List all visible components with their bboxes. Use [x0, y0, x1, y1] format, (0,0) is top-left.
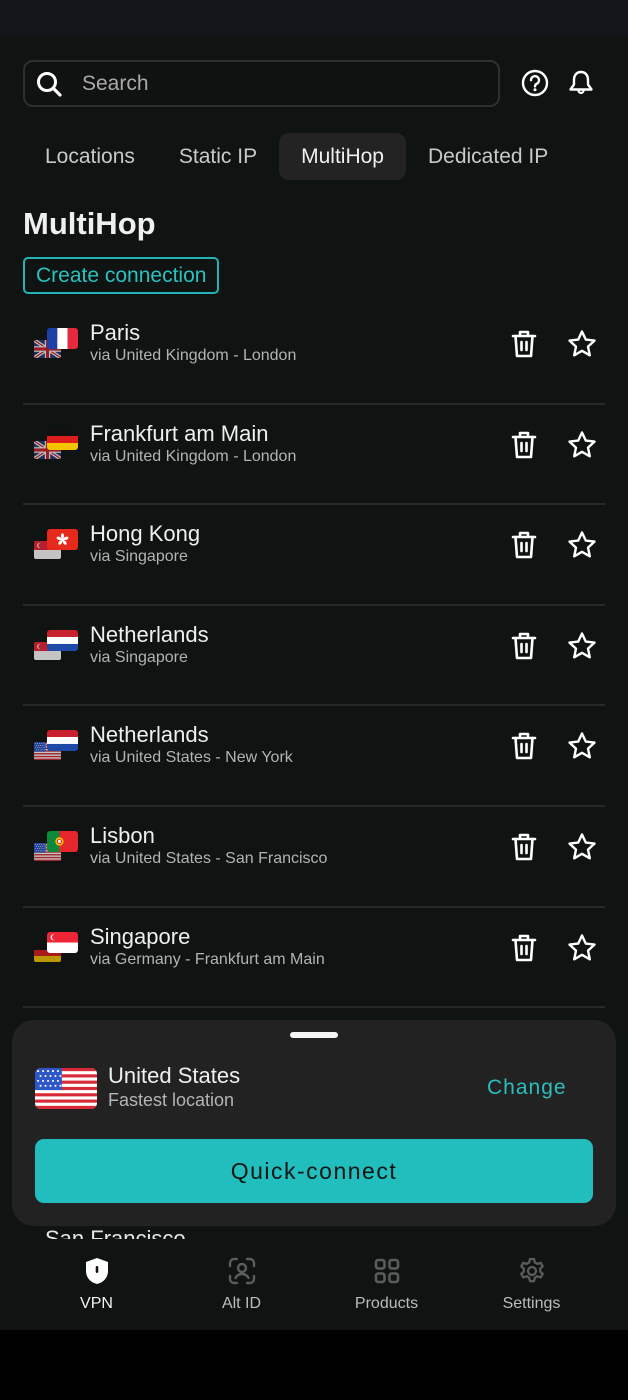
connection-row[interactable]: Singapore via Germany - Frankfurt am Mai… — [23, 908, 605, 1009]
search-icon — [34, 69, 64, 99]
tab-locations[interactable]: Locations — [23, 133, 157, 180]
tab-static-ip[interactable]: Static IP — [157, 133, 279, 180]
bottom-nav: VPN Alt ID Products Settings — [0, 1239, 628, 1330]
nav-settings[interactable]: Settings — [459, 1239, 604, 1330]
selected-location-subtitle: Fastest location — [108, 1090, 235, 1110]
trash-icon[interactable] — [509, 429, 539, 461]
trash-icon[interactable] — [509, 328, 539, 360]
help-icon[interactable] — [520, 68, 550, 98]
connection-row[interactable]: Lisbon via United States - San Francisco — [23, 807, 605, 908]
nav-vpn-label: VPN — [80, 1295, 113, 1312]
app-screen: Locations Static IP MultiHop Dedicated I… — [0, 36, 628, 1330]
nav-settings-label: Settings — [502, 1295, 561, 1312]
quick-connect-button[interactable]: Quick-connect — [35, 1139, 593, 1203]
de-flag-icon — [47, 428, 78, 450]
route-flags-icon — [34, 931, 80, 966]
star-icon[interactable] — [566, 932, 598, 964]
pt-flag-icon — [47, 830, 78, 852]
nl-flag-icon — [47, 730, 78, 752]
page-title: MultiHop — [23, 206, 156, 241]
route-flags-icon — [34, 730, 80, 764]
quick-connect-sheet: United States Fastest location Change Qu… — [12, 1020, 616, 1226]
bell-icon[interactable] — [566, 68, 596, 98]
system-nav-area — [0, 1330, 628, 1400]
sg-flag-icon — [47, 931, 78, 953]
star-icon[interactable] — [566, 529, 598, 561]
us-flag-icon — [35, 1068, 97, 1109]
route-flags-icon — [34, 830, 80, 865]
connection-name: Paris — [90, 320, 141, 345]
shield-icon — [82, 1256, 112, 1286]
connection-name: Frankfurt am Main — [90, 420, 269, 446]
star-icon[interactable] — [566, 831, 598, 863]
fr-flag-icon — [47, 328, 78, 349]
connection-via: via Singapore — [90, 548, 188, 566]
nav-products[interactable]: Products — [314, 1239, 459, 1330]
trash-icon[interactable] — [509, 932, 539, 964]
connection-via: via United Kingdom - London — [90, 447, 297, 465]
star-icon[interactable] — [566, 328, 598, 360]
connection-name: Lisbon — [90, 822, 155, 848]
trash-icon[interactable] — [509, 630, 539, 662]
sheet-drag-handle[interactable] — [290, 1032, 338, 1038]
connection-name: Netherlands — [90, 621, 209, 647]
grid-icon — [372, 1256, 402, 1286]
star-icon[interactable] — [566, 630, 598, 662]
tab-dedicated-ip[interactable]: Dedicated IP — [406, 133, 570, 180]
tab-multihop[interactable]: MultiHop — [279, 133, 406, 180]
connection-row[interactable]: Frankfurt am Main via United Kingdom - L… — [23, 405, 605, 506]
trash-icon[interactable] — [509, 831, 539, 863]
connection-name: Netherlands — [90, 722, 209, 748]
nav-alt-id[interactable]: Alt ID — [169, 1239, 314, 1330]
status-bar — [0, 0, 628, 36]
create-connection-button[interactable]: Create connection — [23, 257, 220, 294]
nav-products-label: Products — [354, 1295, 419, 1312]
connection-via: via Germany - Frankfurt am Main — [90, 950, 325, 968]
search-input[interactable] — [82, 71, 462, 96]
connection-via: via United States - New York — [90, 749, 293, 767]
connection-name: Singapore — [90, 923, 191, 949]
route-flags-icon — [34, 328, 80, 362]
nav-alt-id-label: Alt ID — [221, 1295, 262, 1312]
connection-row[interactable]: Netherlands via United States - New York — [23, 706, 605, 807]
connection-row[interactable]: Hong Kong via Singapore — [23, 505, 605, 606]
route-flags-icon — [34, 629, 80, 664]
hk-flag-icon — [47, 529, 78, 551]
trash-icon[interactable] — [509, 730, 539, 762]
trash-icon[interactable] — [509, 529, 539, 561]
change-location-button[interactable]: Change — [487, 1076, 567, 1100]
nav-vpn[interactable]: VPN — [24, 1239, 169, 1330]
connection-via: via United Kingdom - London — [90, 347, 297, 364]
route-flags-icon — [34, 529, 80, 563]
star-icon[interactable] — [566, 429, 598, 461]
route-flags-icon — [34, 428, 80, 463]
connection-via: via Singapore — [90, 648, 188, 666]
connection-row[interactable]: Netherlands via Singapore — [23, 606, 605, 707]
face-id-icon — [227, 1256, 257, 1286]
search-box[interactable] — [23, 60, 500, 107]
selected-country: United States — [108, 1063, 241, 1088]
gear-icon — [517, 1256, 547, 1286]
connection-name: Hong Kong — [90, 521, 201, 547]
location-tabs: Locations Static IP MultiHop Dedicated I… — [23, 133, 570, 180]
star-icon[interactable] — [566, 730, 598, 762]
nl-flag-icon — [47, 629, 78, 651]
connection-row[interactable]: Paris via United Kingdom - London — [23, 304, 605, 405]
connection-via: via United States - San Francisco — [90, 849, 328, 867]
connection-list: Paris via United Kingdom - London Frankf… — [23, 304, 605, 1009]
